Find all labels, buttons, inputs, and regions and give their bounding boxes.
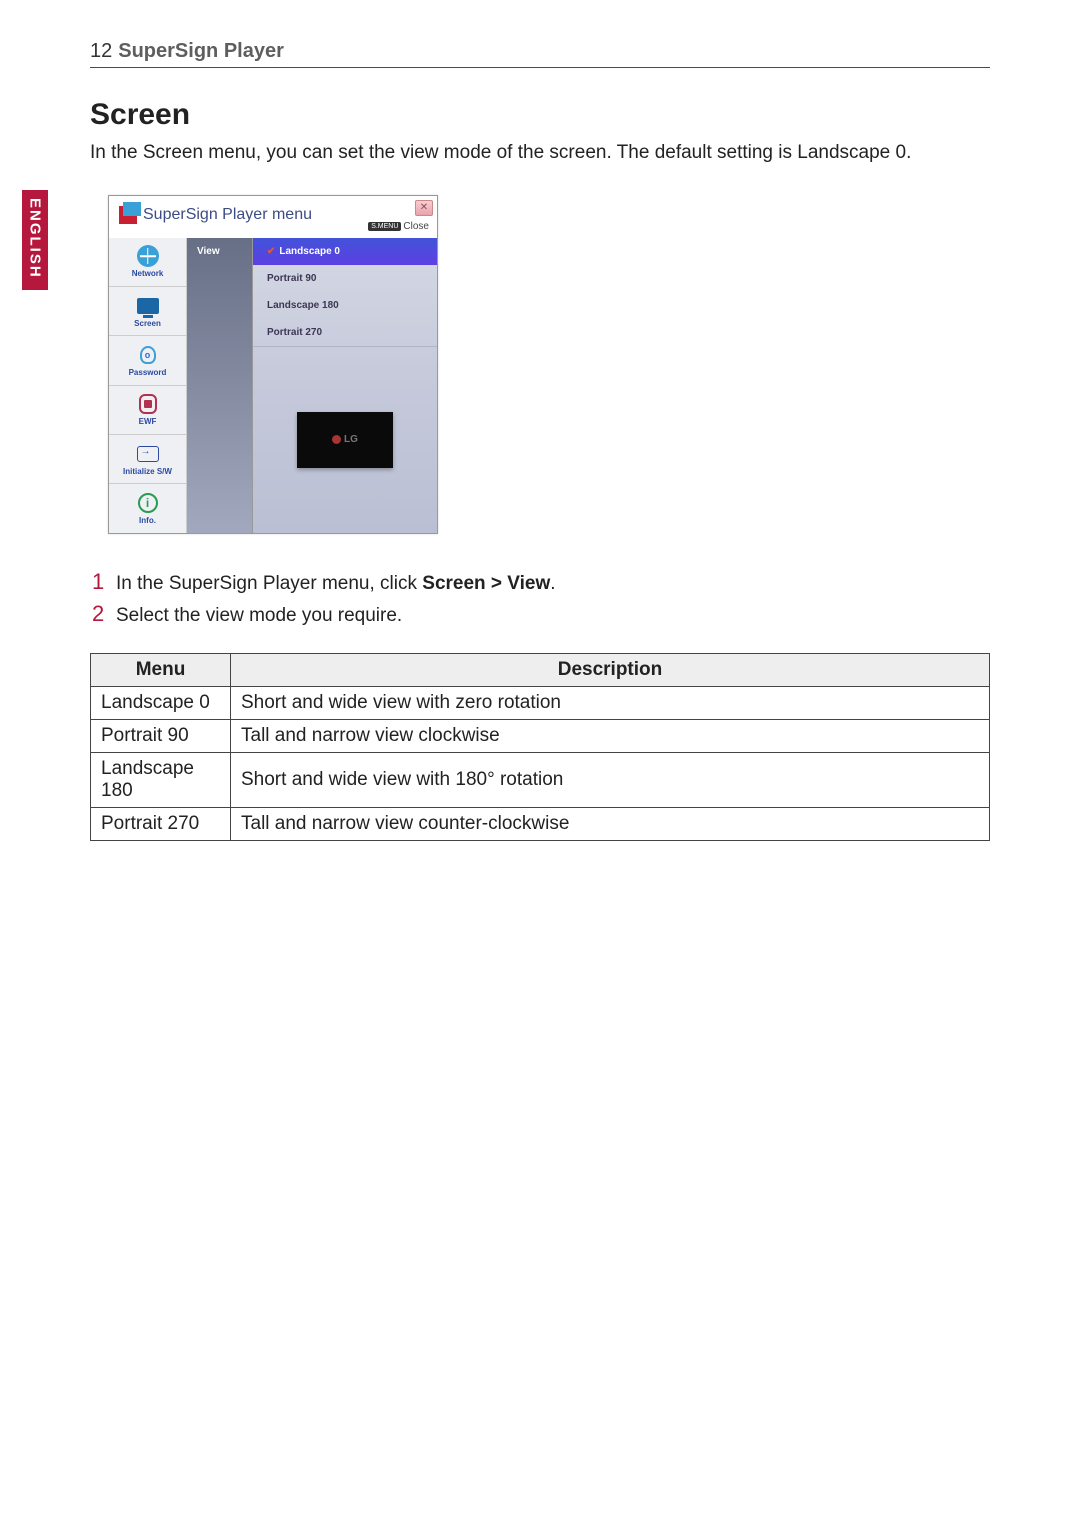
sidebar-item-label: EWF — [139, 417, 157, 426]
sidebar-item-label: Info. — [139, 516, 156, 525]
sidebar-item-info[interactable]: i Info. — [109, 484, 186, 532]
sidebar-item-network[interactable]: Network — [109, 238, 186, 287]
table-row: Landscape 0 Short and wide view with zer… — [91, 686, 990, 719]
preview-area: LG — [253, 346, 437, 533]
table-header-description: Description — [231, 653, 990, 686]
shield-icon — [139, 394, 157, 414]
monitor-icon — [137, 298, 159, 314]
sidebar-item-initialize[interactable]: Initialize S/W — [109, 435, 186, 484]
step-text: Select the view mode you require. — [116, 605, 402, 627]
section-intro: In the Screen menu, you can set the view… — [90, 140, 990, 167]
table-cell: Landscape 180 — [91, 752, 231, 807]
view-option-landscape0[interactable]: ✔ Landscape 0 — [253, 238, 437, 265]
table-header-menu: Menu — [91, 653, 231, 686]
step-text: In the SuperSign Player menu, click Scre… — [116, 573, 556, 595]
close-label-text: Close — [403, 221, 429, 232]
info-icon: i — [138, 493, 158, 513]
table-cell: Tall and narrow view clockwise — [231, 719, 990, 752]
sidebar-item-password[interactable]: o Password — [109, 336, 186, 385]
step-number: 1 — [92, 569, 106, 595]
option-label: Landscape 0 — [279, 246, 340, 257]
table-cell: Portrait 270 — [91, 807, 231, 840]
table-cell: Tall and narrow view counter-clockwise — [231, 807, 990, 840]
table-cell: Landscape 0 — [91, 686, 231, 719]
lock-icon: o — [140, 346, 156, 364]
step-number: 2 — [92, 601, 106, 627]
table-header-row: Menu Description — [91, 653, 990, 686]
table-cell: Portrait 90 — [91, 719, 231, 752]
language-tab: ENGLISH — [22, 190, 48, 290]
step-2: 2 Select the view mode you require. — [92, 601, 990, 627]
close-hint: S.MENU Close — [368, 221, 429, 232]
globe-icon — [137, 245, 159, 267]
table-row: Landscape 180 Short and wide view with 1… — [91, 752, 990, 807]
table-cell: Short and wide view with 180° rotation — [231, 752, 990, 807]
sidebar-item-screen[interactable]: Screen — [109, 287, 186, 336]
description-table: Menu Description Landscape 0 Short and w… — [90, 653, 990, 841]
screenshot-sidebar: Network Screen o Password EWF Initialize… — [109, 238, 187, 533]
preview-brand-label: LG — [344, 434, 358, 445]
header-title: SuperSign Player — [118, 40, 284, 63]
table-row: Portrait 270 Tall and narrow view counte… — [91, 807, 990, 840]
sidebar-item-label: Network — [132, 269, 164, 278]
smenu-badge: S.MENU — [368, 222, 401, 231]
page-number: 12 — [90, 40, 112, 63]
view-option-portrait90[interactable]: Portrait 90 — [253, 265, 437, 292]
supersign-logo-icon — [119, 206, 137, 224]
view-option-portrait270[interactable]: Portrait 270 — [253, 319, 437, 346]
check-icon: ✔ — [267, 246, 275, 257]
close-window-button[interactable]: ✕ — [415, 200, 433, 216]
view-column-header: View — [187, 238, 253, 533]
steps-list: 1 In the SuperSign Player menu, click Sc… — [92, 569, 990, 627]
view-options-list: ✔ Landscape 0 Portrait 90 Landscape 180 … — [253, 238, 437, 533]
section-title: Screen — [90, 98, 990, 132]
table-row: Portrait 90 Tall and narrow view clockwi… — [91, 719, 990, 752]
screenshot-title: SuperSign Player menu — [143, 206, 312, 224]
screenshot-titlebar: SuperSign Player menu ✕ S.MENU Close — [109, 196, 437, 238]
table-cell: Short and wide view with zero rotation — [231, 686, 990, 719]
step-1: 1 In the SuperSign Player menu, click Sc… — [92, 569, 990, 595]
view-option-landscape180[interactable]: Landscape 180 — [253, 292, 437, 319]
page-header: 12 SuperSign Player — [90, 40, 990, 68]
screenshot-window: SuperSign Player menu ✕ S.MENU Close Net… — [108, 195, 438, 534]
preview-monitor: LG — [297, 412, 393, 468]
sidebar-item-ewf[interactable]: EWF — [109, 386, 186, 435]
lg-logo-icon — [332, 435, 341, 444]
reset-icon — [137, 446, 159, 462]
sidebar-item-label: Screen — [134, 319, 161, 328]
sidebar-item-label: Initialize S/W — [123, 467, 172, 476]
sidebar-item-label: Password — [129, 368, 167, 377]
